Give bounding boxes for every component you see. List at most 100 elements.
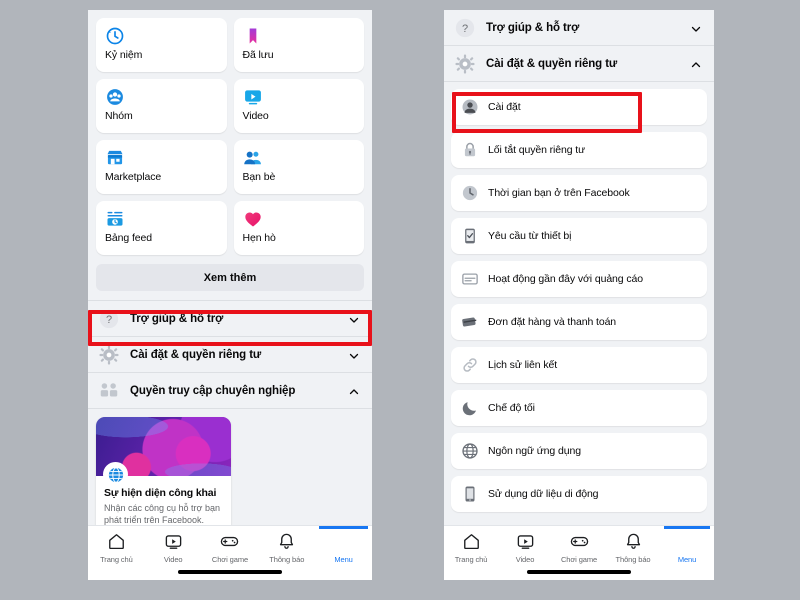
tab-video[interactable]: Video	[498, 532, 552, 572]
tab-thong-bao[interactable]: Thông báo	[258, 532, 315, 572]
settings-item-che-do-toi[interactable]: Chế độ tối	[451, 390, 707, 426]
home-indicator	[527, 570, 631, 574]
bottom-tab-bar: Trang chủ Video Chơi game Thông báo Menu	[444, 525, 714, 580]
video-play-icon	[164, 532, 183, 551]
shortcut-label: Marketplace	[105, 171, 162, 183]
settings-item-label: Chế độ tối	[488, 402, 535, 414]
right-phone-screen: ? Trợ giúp & hỗ trợ Cài đặt & quyền riên…	[444, 10, 714, 580]
settings-item-hoat-dong-quang-cao[interactable]: Hoạt động gần đây với quảng cáo	[451, 261, 707, 297]
help-circle-icon: ?	[454, 17, 476, 39]
groups-icon	[105, 87, 218, 107]
video-play-icon	[516, 532, 535, 551]
shortcut-video[interactable]: Video	[233, 79, 364, 133]
chevron-up-icon[interactable]	[690, 58, 702, 70]
settings-item-yeu-cau-tu-thiet-bi[interactable]: Yêu cầu từ thiết bị	[451, 218, 707, 254]
settings-item-label: Đơn đặt hàng và thanh toán	[488, 316, 617, 328]
friends-icon	[243, 148, 356, 168]
settings-item-label: Sử dụng dữ liệu di động	[488, 488, 599, 500]
public-presence-card[interactable]: Sự hiện diện công khai Nhận các công cụ …	[96, 417, 231, 525]
settings-item-label: Cài đặt	[488, 101, 521, 113]
moon-icon	[461, 399, 479, 417]
shortcut-label: Bảng feed	[105, 232, 152, 244]
professional-icon	[98, 380, 120, 402]
tab-label: Menu	[334, 555, 353, 564]
left-scroll-area[interactable]: Kỷ niệm Đã lưu Nhóm Video Marketplace Bạ…	[88, 10, 372, 525]
tab-video[interactable]: Video	[145, 532, 202, 572]
tab-label: Thông báo	[615, 555, 651, 564]
ad-activity-icon	[461, 270, 479, 288]
shortcut-ban-be[interactable]: Bạn bè	[233, 140, 364, 194]
settings-item-label: Hoạt động gần đây với quảng cáo	[488, 273, 643, 285]
settings-item-loi-tat-quyen-rieng-tu[interactable]: Lối tắt quyền riêng tư	[451, 132, 707, 168]
settings-item-cai-dat[interactable]: Cài đặt	[451, 89, 707, 125]
svg-text:?: ?	[106, 314, 112, 326]
tab-trang-chu[interactable]: Trang chủ	[88, 532, 145, 572]
settings-item-ngon-ngu-ung-dung[interactable]: Ngôn ngữ ứng dụng	[451, 433, 707, 469]
hamburger-icon	[678, 532, 697, 551]
gear-icon	[454, 53, 476, 75]
accordion-professional-access[interactable]: Quyền truy cập chuyên nghiệp	[88, 373, 372, 409]
shortcut-nhom[interactable]: Nhóm	[96, 79, 227, 133]
accordion-help-support[interactable]: ? Trợ giúp & hỗ trợ	[444, 10, 714, 46]
accordion-label: Trợ giúp & hỗ trợ	[486, 21, 580, 34]
shortcut-label: Kỷ niệm	[105, 49, 143, 61]
heart-icon	[243, 209, 356, 229]
chevron-down-icon[interactable]	[348, 313, 360, 325]
payment-card-icon	[461, 313, 479, 331]
tab-label: Chơi game	[211, 555, 249, 564]
tab-label: Trang chủ	[100, 555, 133, 564]
shortcut-label: Đã lưu	[242, 49, 274, 61]
bottom-tab-bar: Trang chủ Video Chơi game Thông báo Menu	[88, 525, 372, 580]
promo-title: Sự hiện diện công khai	[104, 487, 217, 499]
accordion-label: Trợ giúp & hỗ trợ	[130, 312, 224, 325]
shortcut-marketplace[interactable]: Marketplace	[96, 140, 227, 194]
feeds-icon	[105, 209, 218, 229]
shortcut-ky-niem[interactable]: Kỷ niệm	[96, 18, 227, 72]
mobile-phone-icon	[461, 485, 479, 503]
shortcut-bang-feed[interactable]: Bảng feed	[96, 201, 227, 255]
tab-choi-game[interactable]: Chơi game	[552, 532, 606, 572]
shortcut-label: Nhóm	[105, 110, 133, 122]
settings-item-lich-su-lien-ket[interactable]: Lịch sử liên kết	[451, 347, 707, 383]
right-scroll-area[interactable]: ? Trợ giúp & hỗ trợ Cài đặt & quyền riên…	[444, 10, 714, 525]
chevron-up-icon[interactable]	[348, 385, 360, 397]
accordion-settings-privacy[interactable]: Cài đặt & quyền riêng tư	[444, 46, 714, 82]
link-icon	[461, 356, 479, 374]
bell-icon	[624, 532, 643, 551]
accordion-help-support[interactable]: ? Trợ giúp & hỗ trợ	[88, 301, 372, 337]
see-more-button[interactable]: Xem thêm	[96, 264, 364, 291]
tab-thong-bao[interactable]: Thông báo	[606, 532, 660, 572]
chevron-down-icon[interactable]	[690, 22, 702, 34]
shortcut-label: Bạn bè	[242, 171, 276, 183]
account-avatar-icon	[461, 98, 479, 116]
clock-icon	[461, 184, 479, 202]
tab-label: Thông báo	[269, 555, 305, 564]
accordion-label: Quyền truy cập chuyên nghiệp	[130, 384, 296, 397]
left-phone-screen: Kỷ niệm Đã lưu Nhóm Video Marketplace Bạ…	[88, 10, 372, 580]
lock-icon	[461, 141, 479, 159]
shortcut-label: Hẹn hò	[242, 232, 276, 244]
accordion-label: Cài đặt & quyền riêng tư	[130, 348, 262, 361]
tab-menu[interactable]: Menu	[660, 526, 714, 572]
shortcuts-grid: Kỷ niệm Đã lưu Nhóm Video Marketplace Bạ…	[88, 10, 372, 255]
tab-trang-chu[interactable]: Trang chủ	[444, 532, 498, 572]
tab-choi-game[interactable]: Chơi game	[202, 532, 259, 572]
shortcut-da-luu[interactable]: Đã lưu	[233, 18, 364, 72]
shortcut-label: Video	[242, 110, 269, 122]
settings-item-su-dung-du-lieu-di-dong[interactable]: Sử dụng dữ liệu di động	[451, 476, 707, 512]
tab-menu[interactable]: Menu	[315, 526, 372, 572]
chevron-down-icon[interactable]	[348, 349, 360, 361]
tab-label: Trang chủ	[454, 555, 488, 564]
shortcut-hen-ho[interactable]: Hẹn hò	[233, 201, 364, 255]
gamepad-icon	[220, 532, 239, 551]
promo-area: Sự hiện diện công khai Nhận các công cụ …	[88, 409, 372, 525]
settings-item-label: Lối tắt quyền riêng tư	[488, 144, 586, 156]
settings-item-label: Ngôn ngữ ứng dụng	[488, 445, 581, 457]
tab-label: Chơi game	[560, 555, 598, 564]
promo-description: Nhận các công cụ hỗ trợ bạn phát triển t…	[104, 503, 220, 525]
settings-item-don-dat-hang-thanh-toan[interactable]: Đơn đặt hàng và thanh toán	[451, 304, 707, 340]
accordion-label: Cài đặt & quyền riêng tư	[486, 57, 618, 70]
bookmark-icon	[243, 26, 356, 46]
accordion-settings-privacy[interactable]: Cài đặt & quyền riêng tư	[88, 337, 372, 373]
settings-item-thoi-gian-tren-facebook[interactable]: Thời gian bạn ở trên Facebook	[451, 175, 707, 211]
